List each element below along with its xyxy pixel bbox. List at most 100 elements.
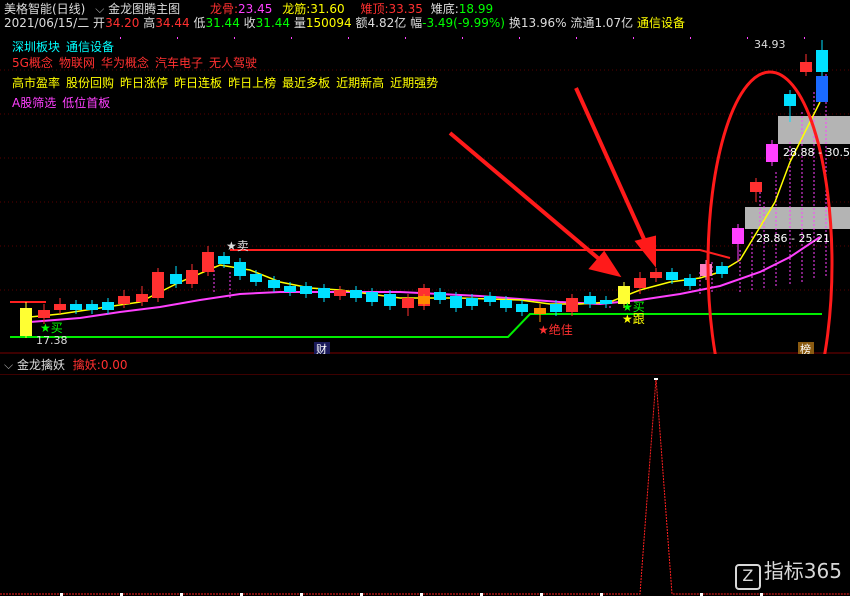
- watermark: Z 指标365: [734, 555, 842, 590]
- candle-body: [218, 256, 230, 264]
- candle-body: [666, 272, 678, 280]
- tag-industry[interactable]: 通信设备: [66, 40, 114, 54]
- candle-body: [268, 280, 280, 288]
- sub-indicator-chart[interactable]: [0, 374, 850, 596]
- follow-marker: ★跟: [622, 312, 645, 326]
- candle-body: [136, 294, 148, 302]
- tag-concept[interactable]: 汽车电子: [155, 56, 203, 70]
- candle-body: [300, 286, 312, 294]
- candle-body: [86, 304, 98, 310]
- tag-concept[interactable]: 无人驾驶: [209, 56, 257, 70]
- candle-body: [766, 144, 778, 162]
- baseline-ticks: [60, 378, 763, 596]
- support-line: [10, 313, 822, 338]
- candle-body: [584, 296, 596, 304]
- tags-line-1: 深圳板块 通信设备: [12, 38, 120, 55]
- tag-feature[interactable]: 昨日连板: [174, 76, 222, 90]
- candle-body: [700, 264, 712, 276]
- high-price: 高34.44: [143, 16, 190, 30]
- candle-body: [250, 274, 262, 282]
- candle-body: [600, 300, 612, 304]
- stock-title[interactable]: 美格智能(日线): [4, 2, 85, 16]
- watermark-logo-icon: Z: [734, 564, 761, 590]
- sub-indicator-panel[interactable]: [0, 374, 850, 596]
- tag-feature[interactable]: 近期强势: [390, 76, 438, 90]
- tag-concept[interactable]: 华为概念: [101, 56, 149, 70]
- candle-body: [402, 298, 414, 308]
- range-label-upper: 28.88 - 30.5: [783, 146, 850, 159]
- candle-body: [466, 298, 478, 306]
- main-kline-panel[interactable]: ★卖 ★买 ★买 ★跟 ★绝佳 17.38 28.86 - 25.21 28.8…: [0, 32, 850, 354]
- earnings-badge-label[interactable]: 财: [316, 342, 327, 354]
- sub-panel-header: ⌵ 金龙擒妖 擒妖:0.00: [0, 358, 850, 374]
- candle-body: [384, 294, 396, 306]
- candle-body: [784, 94, 796, 106]
- candle-body: [350, 290, 362, 298]
- candle-body: [650, 272, 662, 278]
- candle-body: [800, 62, 812, 72]
- candle-body: [566, 298, 578, 312]
- tag-feature[interactable]: 最近多板: [282, 76, 330, 90]
- top-price-label: 34.93: [754, 38, 786, 51]
- sub-indicator-title[interactable]: 金龙擒妖: [17, 358, 65, 372]
- tags-line-4: A股筛选 低位首板: [12, 94, 116, 111]
- candle-body: [102, 302, 114, 310]
- candle-body: [284, 286, 296, 292]
- tag-feature[interactable]: 高市盈率: [12, 76, 60, 90]
- candle-body: [366, 292, 378, 302]
- tag-feature[interactable]: 股份回购: [66, 76, 114, 90]
- chevron-circle-icon[interactable]: ⌵: [4, 358, 13, 372]
- tag-feature[interactable]: 近期新高: [336, 76, 384, 90]
- candle-body: [418, 296, 430, 304]
- sub-indicator-value: 擒妖:0.00: [72, 358, 128, 372]
- low-price: 低31.44: [193, 16, 240, 30]
- candle-body: [334, 290, 346, 296]
- tag-feature[interactable]: 昨日涨停: [120, 76, 168, 90]
- candle-body: [450, 296, 462, 308]
- buy-marker-1: ★买: [40, 321, 63, 335]
- chevron-circle-icon[interactable]: ⌵: [95, 2, 104, 16]
- ma-short-line: [29, 101, 821, 318]
- candle-body: [732, 228, 744, 244]
- close-price: 收31.44: [243, 16, 291, 30]
- tag-filter[interactable]: 低位首板: [62, 96, 110, 110]
- tag-filter[interactable]: A股筛选: [12, 96, 56, 110]
- candle-body: [54, 304, 66, 310]
- tag-concept[interactable]: 5G概念: [12, 56, 53, 70]
- low-price-label: 17.38: [36, 334, 68, 347]
- tags-line-2: 5G概念 物联网 华为概念 汽车电子 无人驾驶: [12, 54, 263, 71]
- tags-line-3: 高市盈率 股份回购 昨日涨停 昨日连板 昨日上榜 最近多板 近期新高 近期强势: [12, 74, 444, 91]
- candle-body: [816, 50, 828, 72]
- tag-feature[interactable]: 昨日上榜: [228, 76, 276, 90]
- candle-body: [318, 288, 330, 298]
- candle-body: [500, 300, 512, 308]
- tag-concept[interactable]: 物联网: [59, 56, 95, 70]
- candle-body: [550, 304, 562, 312]
- tag-board[interactable]: 深圳板块: [12, 40, 60, 54]
- candle-body: [716, 266, 728, 274]
- dragon-tendon: 龙筋:31.60: [282, 2, 345, 16]
- list-badge-label[interactable]: 榜: [800, 342, 811, 354]
- candle-body: [634, 278, 646, 288]
- dragon-head: 龙骨:23.45: [209, 2, 273, 16]
- candle-body: [118, 296, 130, 304]
- candle-body: [534, 308, 546, 314]
- candle-body: [202, 252, 214, 272]
- dragon-top: 雉顶:33.35: [360, 2, 423, 16]
- range-label-lower: 28.86 - 25.21: [756, 232, 830, 245]
- amount: 额4.82亿: [355, 16, 407, 30]
- quote-date: 2021/06/15/二: [4, 16, 90, 30]
- watermark-text: 指标365: [763, 559, 842, 583]
- candle-body: [234, 262, 246, 276]
- candle-body: [186, 270, 198, 284]
- indicator-name[interactable]: 金龙图腾主图: [108, 2, 180, 16]
- candle-body: [750, 182, 762, 192]
- candle-body: [20, 308, 32, 336]
- candle-body: [684, 278, 696, 286]
- capture-signal-line: [0, 377, 850, 595]
- candle-body: [516, 304, 528, 312]
- dragon-bottom: 雉底:18.99: [430, 2, 494, 16]
- change: 幅-3.49(-9.99%): [410, 16, 505, 30]
- open-price: 开34.20: [93, 16, 140, 30]
- candle-body: [38, 310, 50, 318]
